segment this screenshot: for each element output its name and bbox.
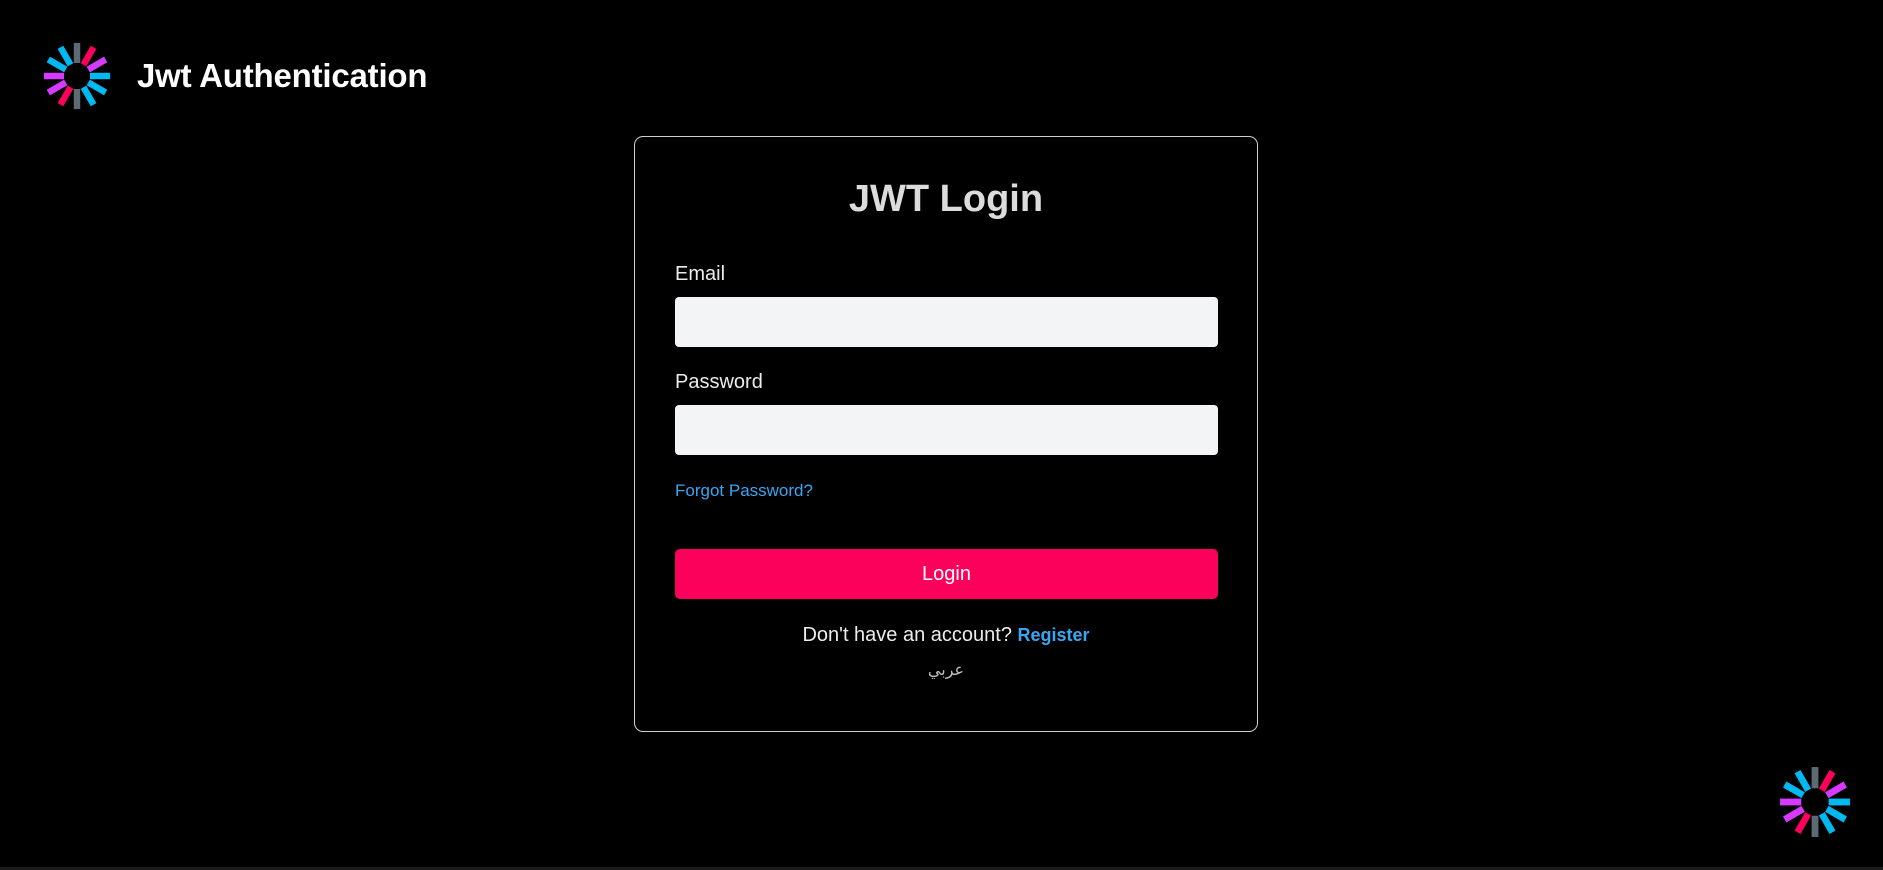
brand-home-link[interactable]: Jwt Authentication xyxy=(37,40,428,112)
register-prompt-text: Don't have an account? xyxy=(802,624,1012,646)
brand-title: Jwt Authentication xyxy=(137,57,428,94)
login-button[interactable]: Login xyxy=(675,549,1218,599)
register-prompt-row: Don't have an account? Register xyxy=(675,621,1217,649)
login-card: JWT Login Email Password Forgot Password… xyxy=(634,136,1258,732)
forgot-password-link[interactable]: Forgot Password? xyxy=(675,479,813,503)
email-field[interactable] xyxy=(675,297,1218,347)
login-page: Jwt Authentication JWT Login Email Passw… xyxy=(0,0,1883,870)
login-title: JWT Login xyxy=(848,178,1044,220)
jwt-logo-icon xyxy=(1780,767,1850,837)
email-label: Email xyxy=(675,263,726,285)
language-toggle-link[interactable]: عربي xyxy=(675,659,1217,683)
corner-logo xyxy=(1773,764,1857,840)
password-label: Password xyxy=(675,371,763,393)
register-link[interactable]: Register xyxy=(1018,625,1090,645)
jwt-logo-icon xyxy=(43,42,111,110)
password-field[interactable] xyxy=(675,405,1218,455)
